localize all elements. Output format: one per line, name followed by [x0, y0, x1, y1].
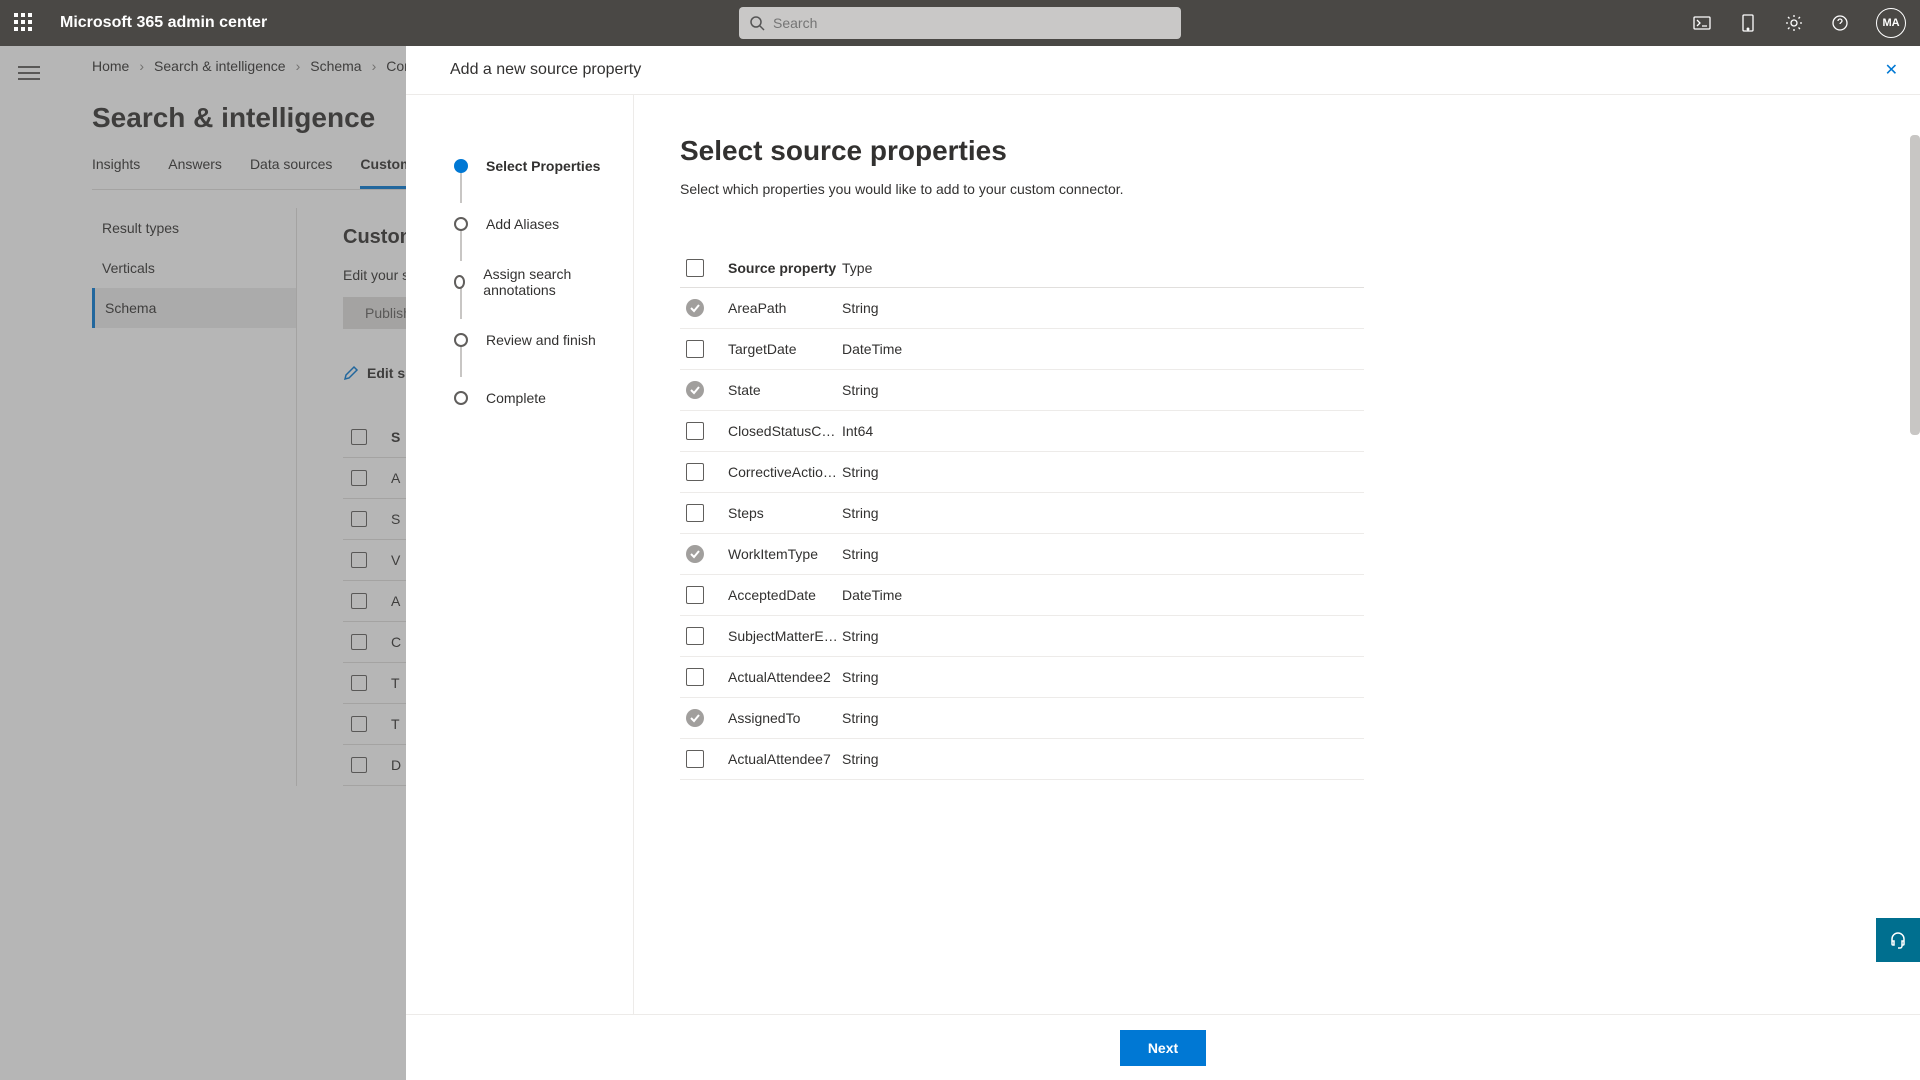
next-button[interactable]: Next — [1120, 1030, 1206, 1066]
search-input[interactable] — [773, 15, 1171, 31]
property-name: CorrectiveAction… — [728, 464, 842, 480]
property-row[interactable]: SubjectMatterEx…String — [680, 616, 1364, 657]
select-all-checkbox[interactable] — [686, 259, 704, 277]
help-icon[interactable] — [1830, 13, 1850, 33]
search-icon — [749, 15, 765, 31]
app-title: Microsoft 365 admin center — [60, 14, 267, 32]
property-name: AcceptedDate — [728, 587, 842, 603]
topbar: Microsoft 365 admin center MA — [0, 0, 1920, 46]
checkbox[interactable] — [686, 586, 704, 604]
add-property-panel: Add a new source property ✕ Select Prope… — [406, 46, 1920, 1080]
locked-checkbox — [686, 381, 704, 399]
close-icon[interactable]: ✕ — [1885, 60, 1898, 80]
app-launcher-icon[interactable] — [14, 13, 34, 33]
stepper: Select Properties Add Aliases Assign sea… — [406, 95, 634, 1014]
property-type: String — [842, 710, 954, 726]
property-row[interactable]: ActualAttendee7String — [680, 739, 1364, 780]
property-row[interactable]: WorkItemTypeString — [680, 534, 1364, 575]
feedback-button[interactable] — [1876, 918, 1920, 962]
property-table: Source property Type AreaPathStringTarge… — [680, 249, 1364, 780]
locked-checkbox — [686, 709, 704, 727]
property-type: String — [842, 505, 954, 521]
property-type: String — [842, 382, 954, 398]
property-name: Steps — [728, 505, 842, 521]
property-type: String — [842, 546, 954, 562]
property-name: AreaPath — [728, 300, 842, 316]
property-name: WorkItemType — [728, 546, 842, 562]
scrollbar[interactable] — [1910, 135, 1920, 435]
property-row[interactable]: CorrectiveAction…String — [680, 452, 1364, 493]
checkbox[interactable] — [686, 463, 704, 481]
col-type: Type — [842, 260, 954, 276]
locked-checkbox — [686, 299, 704, 317]
panel-main-sub: Select which properties you would like t… — [680, 181, 1874, 197]
panel-title: Add a new source property — [450, 61, 641, 79]
property-type: DateTime — [842, 587, 954, 603]
property-name: ClosedStatusCode — [728, 423, 842, 439]
checkbox[interactable] — [686, 504, 704, 522]
avatar[interactable]: MA — [1876, 8, 1906, 38]
property-row[interactable]: StepsString — [680, 493, 1364, 534]
property-type: DateTime — [842, 341, 954, 357]
search-box[interactable] — [739, 7, 1181, 39]
property-type: String — [842, 669, 954, 685]
step-add-aliases[interactable]: Add Aliases — [454, 195, 603, 253]
property-name: AssignedTo — [728, 710, 842, 726]
cloud-shell-icon[interactable] — [1692, 13, 1712, 33]
checkbox[interactable] — [686, 668, 704, 686]
col-source-property: Source property — [728, 260, 842, 276]
property-row[interactable]: StateString — [680, 370, 1364, 411]
property-row[interactable]: AssignedToString — [680, 698, 1364, 739]
panel-main: Select source properties Select which pr… — [634, 95, 1920, 1014]
property-type: String — [842, 300, 954, 316]
property-type: String — [842, 751, 954, 767]
checkbox[interactable] — [686, 627, 704, 645]
checkbox[interactable] — [686, 750, 704, 768]
checkbox[interactable] — [686, 422, 704, 440]
step-select-properties[interactable]: Select Properties — [454, 137, 603, 195]
property-name: SubjectMatterEx… — [728, 628, 842, 644]
mobile-icon[interactable] — [1738, 13, 1758, 33]
property-name: ActualAttendee7 — [728, 751, 842, 767]
property-row[interactable]: ClosedStatusCodeInt64 — [680, 411, 1364, 452]
step-complete[interactable]: Complete — [454, 369, 603, 427]
property-name: State — [728, 382, 842, 398]
property-row[interactable]: AreaPathString — [680, 288, 1364, 329]
property-row[interactable]: ActualAttendee2String — [680, 657, 1364, 698]
property-type: String — [842, 628, 954, 644]
property-row[interactable]: AcceptedDateDateTime — [680, 575, 1364, 616]
step-review[interactable]: Review and finish — [454, 311, 603, 369]
step-assign-annotations[interactable]: Assign search annotations — [454, 253, 603, 311]
panel-main-title: Select source properties — [680, 135, 1874, 167]
locked-checkbox — [686, 545, 704, 563]
headset-icon — [1888, 930, 1908, 950]
property-name: TargetDate — [728, 341, 842, 357]
gear-icon[interactable] — [1784, 13, 1804, 33]
property-row[interactable]: TargetDateDateTime — [680, 329, 1364, 370]
checkbox[interactable] — [686, 340, 704, 358]
property-name: ActualAttendee2 — [728, 669, 842, 685]
property-type: Int64 — [842, 423, 954, 439]
property-type: String — [842, 464, 954, 480]
